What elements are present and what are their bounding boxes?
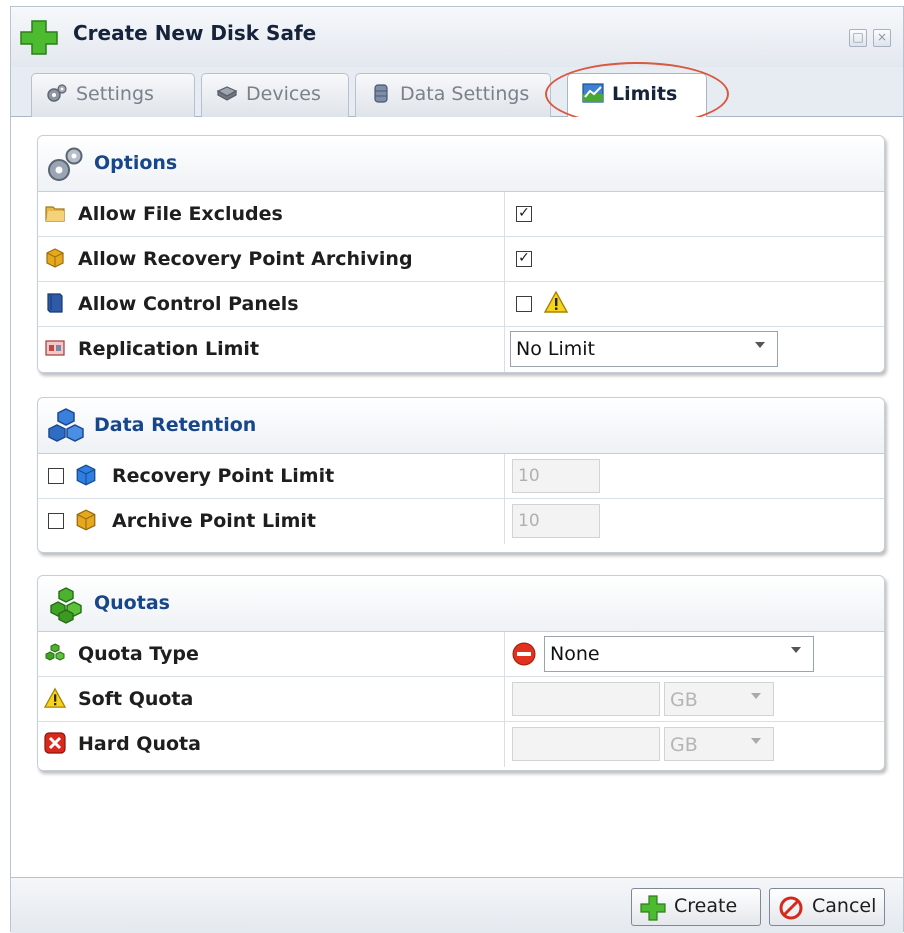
error-icon [44, 732, 66, 754]
cancel-icon [779, 896, 803, 920]
row-hard-quota: Hard Quota GB [38, 722, 884, 767]
blue-cubes-icon [48, 408, 84, 442]
allow-file-excludes-checkbox[interactable]: ✓ [516, 206, 532, 222]
title-bar[interactable]: Create New Disk Safe □ × [11, 7, 903, 67]
gears-icon [47, 84, 67, 102]
replication-limit-select[interactable]: No Limit [510, 331, 778, 367]
warning-icon [544, 291, 568, 313]
hard-quota-input[interactable] [512, 727, 660, 761]
options-header: Options [38, 136, 884, 192]
soft-quota-unit-select[interactable]: GB [664, 682, 774, 716]
row-label: Replication Limit [78, 338, 260, 360]
close-button[interactable]: × [873, 29, 891, 47]
allow-control-panels-checkbox[interactable] [516, 296, 532, 312]
archive-cube-icon [46, 248, 64, 268]
row-label: Soft Quota [78, 688, 194, 710]
row-label: Recovery Point Limit [112, 465, 335, 487]
cancel-button-label: Cancel [812, 895, 877, 917]
row-allow-control-panels: Allow Control Panels [38, 282, 884, 327]
tab-strip: Settings Devices Data Settings Limits [11, 67, 903, 119]
row-quota-type: Quota Type None [38, 632, 884, 677]
replication-icon [45, 340, 65, 356]
cancel-button[interactable]: Cancel [769, 888, 885, 926]
soft-quota-input[interactable] [512, 682, 660, 716]
tab-content-limits: Options Allow File Excludes ✓ Allow Reco… [11, 117, 903, 877]
gears-icon [48, 147, 83, 181]
dialog-title: Create New Disk Safe [73, 21, 317, 45]
row-label: Quota Type [78, 643, 199, 665]
recovery-point-limit-input[interactable]: 10 [512, 459, 600, 493]
create-button[interactable]: Create [631, 888, 761, 926]
chevron-down-icon [751, 738, 761, 744]
row-archive-point-limit: Archive Point Limit 10 [38, 499, 884, 544]
row-recovery-point-limit: Recovery Point Limit 10 [38, 454, 884, 499]
blue-cube-icon [76, 464, 96, 486]
row-label: Allow Control Panels [78, 293, 299, 315]
row-label: Allow File Excludes [78, 203, 283, 225]
create-button-label: Create [674, 895, 738, 917]
chevron-down-icon [755, 342, 765, 348]
soft-quota-unit-value: GB [670, 689, 698, 711]
restore-button[interactable]: □ [849, 29, 867, 47]
chevron-down-icon [791, 647, 801, 653]
data-retention-header: Data Retention [38, 398, 884, 454]
hard-quota-unit-value: GB [670, 734, 698, 756]
gold-cube-icon [76, 509, 96, 531]
disk-icon [216, 86, 238, 101]
row-label: Allow Recovery Point Archiving [78, 248, 413, 270]
options-title: Options [94, 152, 178, 174]
row-allow-recovery-point-archiving: Allow Recovery Point Archiving ✓ [38, 237, 884, 282]
data-retention-title: Data Retention [94, 414, 257, 436]
quotas-panel: Quotas Quota Type None Soft Quota GB Har… [37, 575, 885, 771]
options-panel: Options Allow File Excludes ✓ Allow Reco… [37, 135, 885, 373]
tab-data-settings[interactable]: Data Settings [355, 73, 551, 117]
row-allow-file-excludes: Allow File Excludes ✓ [38, 192, 884, 237]
chevron-down-icon [751, 693, 761, 699]
recovery-point-limit-checkbox[interactable] [48, 468, 64, 484]
tab-settings-label: Settings [76, 83, 154, 105]
quota-type-value: None [550, 643, 600, 665]
row-replication-limit: Replication Limit No Limit [38, 327, 884, 372]
quotas-title: Quotas [94, 592, 170, 614]
tab-devices[interactable]: Devices [201, 73, 349, 117]
quotas-header: Quotas [38, 576, 884, 632]
tab-devices-label: Devices [246, 83, 321, 105]
row-label: Hard Quota [78, 733, 201, 755]
data-retention-panel: Data Retention Recovery Point Limit 10 A… [37, 397, 885, 553]
green-plus-icon [640, 895, 666, 921]
row-soft-quota: Soft Quota GB [38, 677, 884, 722]
row-label: Archive Point Limit [112, 510, 316, 532]
green-plus-icon [20, 20, 58, 55]
quota-type-select[interactable]: None [544, 636, 814, 672]
green-cubes-icon [45, 643, 65, 661]
book-icon [47, 293, 63, 313]
archive-point-limit-input[interactable]: 10 [512, 504, 600, 538]
hard-quota-unit-select[interactable]: GB [664, 727, 774, 761]
green-cubes-icon [50, 587, 82, 624]
database-icon [374, 84, 388, 103]
folder-icon [45, 206, 65, 222]
warning-icon [44, 687, 66, 708]
tab-settings[interactable]: Settings [31, 73, 195, 117]
dialog-footer: Create Cancel [11, 877, 903, 933]
tab-data-settings-label: Data Settings [400, 83, 530, 105]
replication-limit-value: No Limit [516, 338, 595, 360]
allow-recovery-point-archiving-checkbox[interactable]: ✓ [516, 251, 532, 267]
archive-point-limit-checkbox[interactable] [48, 513, 64, 529]
no-entry-icon [512, 642, 536, 666]
create-disk-safe-dialog: Create New Disk Safe □ × Settings Device… [10, 6, 904, 933]
